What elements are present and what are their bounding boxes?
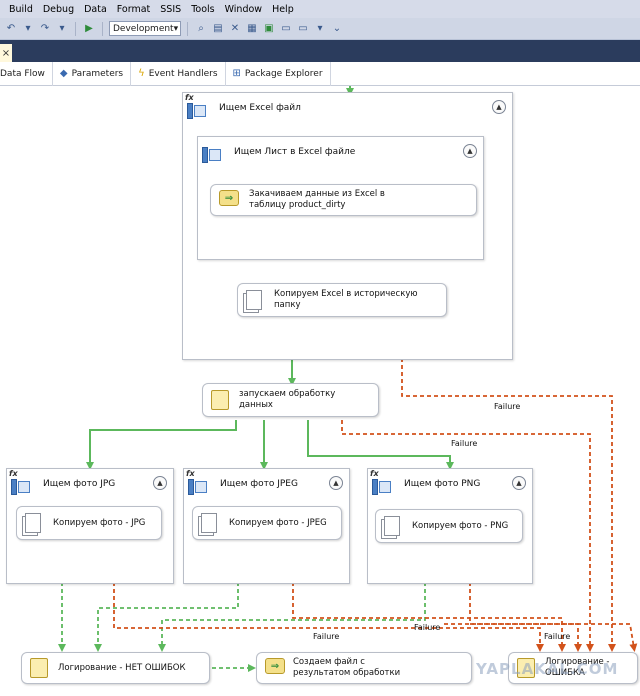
task-start-processing[interactable]: запускаем обработку данных — [202, 383, 379, 417]
designer-tabs: Data Flow ◆ Parameters ϟ Event Handlers … — [0, 61, 640, 86]
toolbox-icon[interactable]: ▦ — [245, 22, 259, 36]
chevron-down-icon: ▾ — [173, 23, 179, 34]
failure-label: Failure — [544, 632, 571, 641]
tab-event-handlers-label: Event Handlers — [148, 68, 218, 79]
toolbar-overflow-icon[interactable]: ⌄ — [330, 22, 344, 36]
task-load-excel[interactable]: ⇒ Закачиваем данные из Excel в таблицу p… — [210, 184, 477, 216]
task-label: Создаем файл с результатом обработки — [293, 657, 401, 678]
redo-icon[interactable]: ↷ — [38, 22, 52, 36]
foreach-loop-icon — [202, 145, 222, 163]
foreach-loop-icon — [187, 101, 207, 119]
close-tab-icon[interactable]: × — [0, 44, 12, 62]
document-tab-strip: × — [0, 40, 640, 62]
toolbar-separator — [187, 21, 188, 36]
task-label: Копируем фото - JPEG — [229, 517, 327, 528]
menu-data[interactable]: Data — [79, 4, 112, 15]
completion-arrow — [94, 582, 239, 652]
properties-icon[interactable]: ▤ — [211, 22, 225, 36]
container-title: Ищем Excel файл — [219, 103, 301, 113]
menu-format[interactable]: Format — [112, 4, 155, 15]
file-system-icon — [201, 513, 221, 533]
foreach-loop-icon — [372, 477, 392, 495]
task-label: Копируем фото - JPG — [53, 517, 146, 528]
collapse-icon[interactable]: ▲ — [153, 476, 167, 490]
toolbar-separator — [102, 21, 103, 36]
tab-event-handlers[interactable]: ϟ Event Handlers — [131, 61, 226, 86]
parameters-icon: ◆ — [59, 68, 68, 79]
task-label: Логирование - НЕТ ОШИБОК — [58, 662, 186, 673]
watermark: YAPLAKAL.COM — [476, 660, 619, 678]
failure-label: Failure — [414, 623, 441, 632]
task-copy-excel[interactable]: Копируем Excel в историческую папку — [237, 283, 447, 317]
task-copy-png[interactable]: Копируем фото - PNG — [375, 509, 523, 543]
foreach-loop-icon — [188, 477, 208, 495]
menu-debug[interactable]: Debug — [38, 4, 79, 15]
layout-icon[interactable]: ▭ — [279, 22, 293, 36]
container-title: Ищем Лист в Excel файле — [234, 147, 356, 157]
script-icon — [30, 658, 50, 678]
failure-label: Failure — [494, 402, 521, 411]
redo-dropdown-icon[interactable]: ▾ — [55, 22, 69, 36]
tab-data-flow[interactable]: Data Flow — [0, 61, 53, 86]
tab-package-explorer-label: Package Explorer — [244, 68, 323, 79]
success-arrow — [86, 420, 237, 470]
task-label: запускаем обработку данных — [239, 389, 336, 410]
data-flow-icon: ⇒ — [265, 658, 285, 678]
file-system-icon — [246, 290, 266, 310]
collapse-icon[interactable]: ▲ — [512, 476, 526, 490]
task-log-ok[interactable]: Логирование - НЕТ ОШИБОК — [21, 652, 210, 684]
task-result-file[interactable]: ⇒ Создаем файл с результатом обработки — [256, 652, 472, 684]
task-label: Закачиваем данные из Excel в таблицу pro… — [249, 189, 385, 210]
menu-tools[interactable]: Tools — [186, 4, 219, 15]
menu-ssis[interactable]: SSIS — [155, 4, 186, 15]
collapse-icon[interactable]: ▲ — [463, 144, 477, 158]
tree-icon: ⊞ — [232, 68, 241, 79]
menu-build[interactable]: Build — [4, 4, 38, 15]
tab-parameters[interactable]: ◆ Parameters — [53, 61, 132, 86]
find-icon[interactable]: ⌕ — [194, 22, 208, 36]
file-system-icon — [25, 513, 45, 533]
export-icon[interactable]: ▣ — [262, 22, 276, 36]
success-arrow — [307, 420, 454, 470]
menu-bar: Build Debug Data Format SSIS Tools Windo… — [0, 0, 640, 18]
window-icon[interactable]: ▭ — [296, 22, 310, 36]
collapse-icon[interactable]: ▲ — [492, 100, 506, 114]
control-flow-canvas[interactable]: fx Ищем Excel файл ▲ Ищем Лист в Excel ф… — [0, 86, 640, 696]
undo-icon[interactable]: ↶ — [4, 22, 18, 36]
toolbar-separator — [75, 21, 76, 36]
task-copy-jpeg[interactable]: Копируем фото - JPEG — [192, 506, 342, 540]
tab-data-flow-label: Data Flow — [0, 68, 45, 79]
script-icon — [211, 390, 231, 410]
failure-arrow — [444, 623, 638, 652]
tab-package-explorer[interactable]: ⊞ Package Explorer — [226, 61, 331, 86]
start-debugging-icon[interactable]: ▶ — [82, 22, 96, 36]
task-label: Копируем фото - PNG — [412, 520, 509, 531]
file-system-icon — [384, 516, 404, 536]
collapse-icon[interactable]: ▲ — [329, 476, 343, 490]
container-title: Ищем фото PNG — [404, 479, 481, 489]
tools-icon[interactable]: ✕ — [228, 22, 242, 36]
lightning-icon: ϟ — [138, 68, 145, 79]
toolbar: ↶ ▾ ↷ ▾ ▶ Development ▾ ⌕ ▤ ✕ ▦ ▣ ▭ ▭ ▾ … — [0, 18, 640, 40]
menu-help[interactable]: Help — [267, 4, 299, 15]
undo-dropdown-icon[interactable]: ▾ — [21, 22, 35, 36]
window-dropdown-icon[interactable]: ▾ — [313, 22, 327, 36]
task-copy-jpg[interactable]: Копируем фото - JPG — [16, 506, 162, 540]
failure-label: Failure — [451, 439, 478, 448]
configuration-value: Development — [113, 23, 174, 34]
foreach-loop-icon — [11, 477, 31, 495]
container-title: Ищем фото JPEG — [220, 479, 298, 489]
data-flow-icon: ⇒ — [219, 190, 239, 210]
configuration-select[interactable]: Development ▾ — [109, 21, 181, 36]
tab-parameters-label: Parameters — [71, 68, 124, 79]
menu-window[interactable]: Window — [220, 4, 267, 15]
completion-arrow — [158, 582, 426, 652]
task-label: Копируем Excel в историческую папку — [274, 289, 418, 310]
failure-label: Failure — [313, 632, 340, 641]
container-title: Ищем фото JPG — [43, 479, 116, 489]
